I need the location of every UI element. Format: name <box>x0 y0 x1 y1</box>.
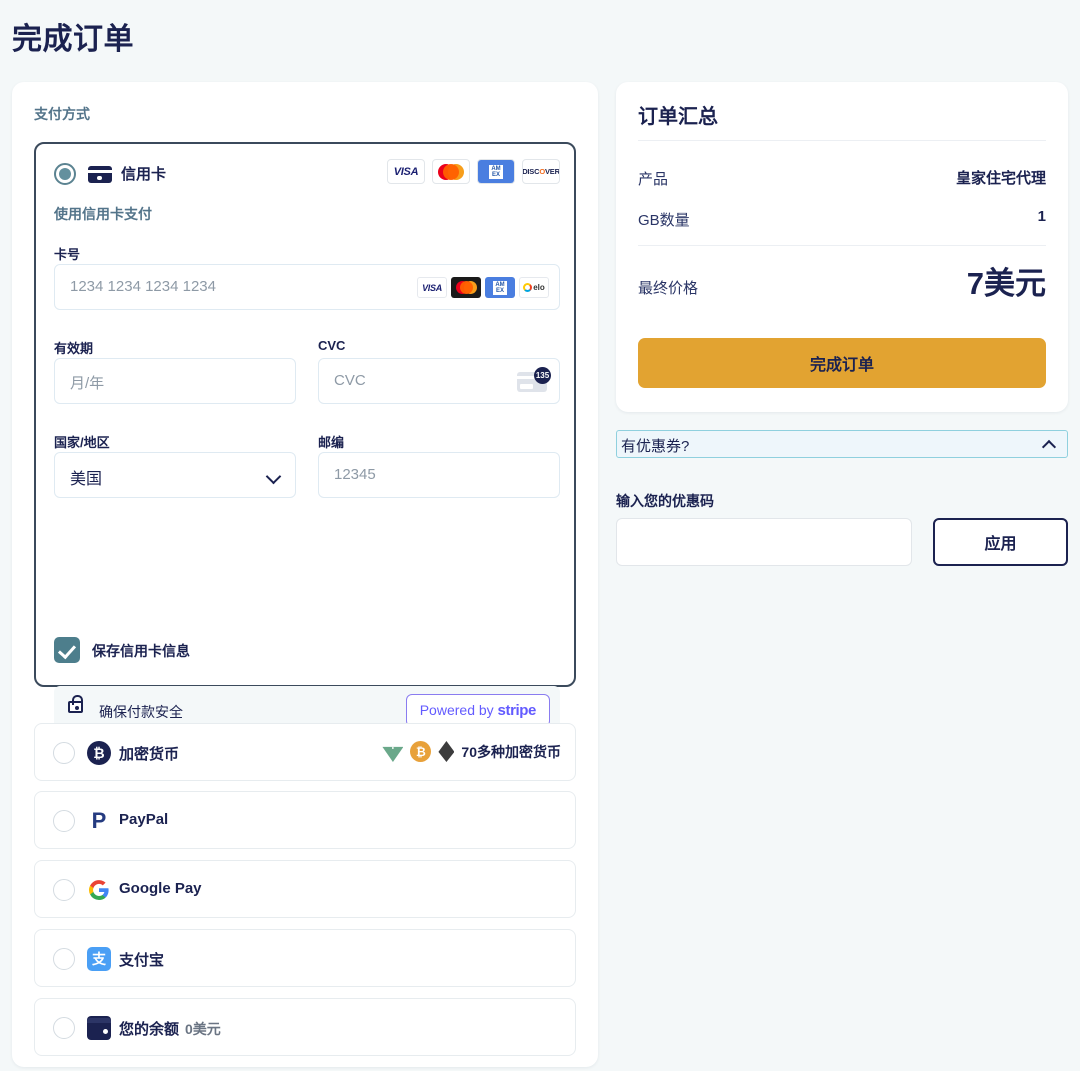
coupon-toggle[interactable]: 有优惠券? <box>616 430 1068 458</box>
cvc-input[interactable]: CVC 135 <box>318 358 560 404</box>
balance-label: 您的余额 0美元 <box>119 1018 221 1039</box>
final-price-value: 7美元 <box>966 266 1046 301</box>
summary-divider-top <box>638 140 1046 141</box>
visa-label: VISA <box>393 165 419 178</box>
accepted-card-brands: VISA AM EX DISCOVER <box>387 159 560 184</box>
country-select[interactable]: 美国 <box>54 452 296 498</box>
payment-option-google-pay[interactable]: Google Pay <box>34 860 576 918</box>
discover-post: VER <box>544 167 560 176</box>
amex-inline-icon: AM EX <box>485 277 515 298</box>
cvc-hint-digits: 135 <box>534 367 551 384</box>
amex-inline-line2: EX <box>495 287 504 294</box>
card-number-label: 卡号 <box>54 247 81 262</box>
payment-option-alipay[interactable]: 支 支付宝 <box>34 929 576 987</box>
crypto-coin-icons: ₿ 70多种加密货币 <box>382 741 561 762</box>
radio-balance[interactable] <box>53 1017 75 1039</box>
credit-card-header[interactable]: 信用卡 VISA AM EX DISCOVER <box>36 144 574 200</box>
mastercard-inline-icon <box>451 277 481 298</box>
radio-paypal[interactable] <box>53 810 75 832</box>
paypal-label: PayPal <box>119 811 169 828</box>
radio-crypto[interactable] <box>53 742 75 764</box>
page-title: 完成订单 <box>12 23 134 56</box>
amex-line2: EX <box>491 171 500 178</box>
wallet-icon <box>87 1016 111 1040</box>
final-price-label: 最终价格 <box>638 280 699 297</box>
alipay-icon: 支 <box>87 947 111 971</box>
expiry-placeholder: 月/年 <box>70 375 105 392</box>
payment-methods-panel: 支付方式 信用卡 VISA AM EX DISCOVER 使用信用卡支付 卡号 … <box>12 82 598 1067</box>
visa-inline-icon: VISA <box>417 277 447 298</box>
coupon-toggle-label: 有优惠券? <box>621 438 690 455</box>
order-summary-title: 订单汇总 <box>638 106 718 128</box>
alipay-label: 支付宝 <box>119 952 165 969</box>
radio-credit-card-selected[interactable] <box>54 163 76 185</box>
discover-icon: DISCOVER <box>522 159 560 184</box>
expiry-label: 有效期 <box>54 341 94 356</box>
credit-card-title: 信用卡 <box>121 166 167 183</box>
bitcoin-icon: ₿ <box>410 741 432 762</box>
amex-icon: AM EX <box>477 159 515 184</box>
zip-input[interactable]: 12345 <box>318 452 560 498</box>
crypto-label: 加密货币 <box>119 746 180 763</box>
country-value: 美国 <box>70 471 103 488</box>
radio-alipay[interactable] <box>53 948 75 970</box>
payment-section-label: 支付方式 <box>34 106 90 122</box>
mastercard-icon <box>432 159 470 184</box>
summary-row-gb-value: 1 <box>1037 208 1046 225</box>
summary-divider-bottom <box>638 245 1046 246</box>
card-number-input[interactable]: 1234 1234 1234 1234 VISA AM EX elo <box>54 264 560 310</box>
save-card-checkbox[interactable] <box>54 637 80 663</box>
secure-payment-text: 确保付款安全 <box>99 704 183 720</box>
elo-inline-icon: elo <box>519 277 549 298</box>
chevron-up-icon <box>1041 439 1057 455</box>
stripe-prefix: Powered by <box>419 702 498 718</box>
cvc-label: CVC <box>318 338 346 353</box>
chevron-down-icon <box>265 468 282 485</box>
coupon-code-input[interactable] <box>616 518 912 566</box>
lock-icon <box>68 695 83 713</box>
summary-row-gb-key: GB数量 <box>638 212 690 229</box>
discover-pre: DISC <box>522 167 540 176</box>
elo-label: elo <box>533 283 545 292</box>
cvc-placeholder: CVC <box>334 372 366 389</box>
ethereum-icon <box>438 741 455 762</box>
payment-option-balance[interactable]: 您的余额 0美元 <box>34 998 576 1056</box>
balance-amount: 0美元 <box>185 1021 221 1037</box>
visa-icon: VISA <box>387 159 425 184</box>
summary-row-product-key: 产品 <box>638 171 669 188</box>
tether-icon <box>382 746 404 762</box>
bitcoin-badge-icon: ₿ <box>87 741 111 765</box>
visa-inline-label: VISA <box>422 282 442 293</box>
balance-label-text: 您的余额 <box>119 1021 180 1038</box>
inline-card-brands: VISA AM EX elo <box>417 277 549 298</box>
checkout-page: 完成订单 支付方式 信用卡 VISA AM EX DISCOVER 使用信用卡支… <box>0 0 1080 1071</box>
order-summary-panel: 订单汇总 产品 皇家住宅代理 GB数量 1 最终价格 7美元 完成订单 <box>616 82 1068 412</box>
zip-label: 邮编 <box>318 435 345 450</box>
google-pay-label: Google Pay <box>119 880 202 897</box>
card-number-placeholder: 1234 1234 1234 1234 <box>70 278 216 295</box>
amex-line1: AM <box>491 165 501 172</box>
complete-order-button[interactable]: 完成订单 <box>638 338 1046 388</box>
paypal-icon: P <box>91 808 107 833</box>
stripe-brand: stripe <box>497 702 537 719</box>
apply-coupon-button[interactable]: 应用 <box>933 518 1068 566</box>
payment-option-crypto[interactable]: ₿ 加密货币 ₿ 70多种加密货币 <box>34 723 576 781</box>
amex-inline-line1: AM <box>495 281 505 288</box>
expiry-input[interactable]: 月/年 <box>54 358 296 404</box>
save-card-label: 保存信用卡信息 <box>92 643 190 659</box>
crypto-count-label: 70多种加密货币 <box>461 743 561 760</box>
google-icon <box>87 878 111 902</box>
radio-google-pay[interactable] <box>53 879 75 901</box>
payment-option-credit-card[interactable]: 信用卡 VISA AM EX DISCOVER 使用信用卡支付 卡号 1234 … <box>34 142 576 736</box>
credit-card-subtitle: 使用信用卡支付 <box>54 206 152 222</box>
payment-option-paypal[interactable]: P PayPal <box>34 791 576 849</box>
credit-card-icon <box>88 166 112 183</box>
zip-placeholder: 12345 <box>334 466 376 483</box>
country-label: 国家/地区 <box>54 435 110 450</box>
summary-row-product-value: 皇家住宅代理 <box>955 170 1046 187</box>
coupon-input-label: 输入您的优惠码 <box>616 493 714 509</box>
